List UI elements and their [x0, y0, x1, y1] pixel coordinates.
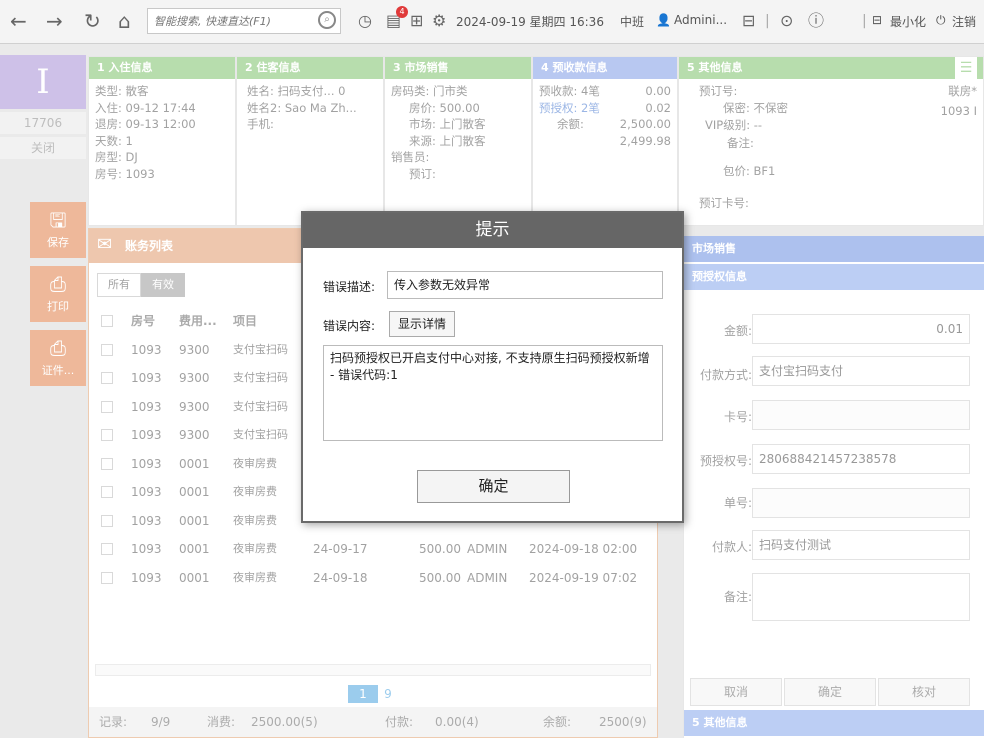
refresh-icon[interactable]: ↻ [84, 8, 101, 34]
minimize-icon[interactable]: ⊟ [872, 13, 882, 27]
dialog-title: 提示 [303, 213, 682, 248]
search-input[interactable] [148, 9, 308, 33]
datetime-text: 2024-09-19 星期四 16:36 [456, 15, 604, 29]
grid-icon[interactable]: ⊟ [742, 8, 755, 34]
search-icon[interactable]: ⌕ [318, 11, 336, 29]
home-icon[interactable]: ⌂ [118, 8, 131, 34]
user-name[interactable]: Admini... [674, 13, 727, 27]
settings-icon[interactable]: ⚙ [432, 8, 446, 34]
ok-button[interactable]: 确定 [417, 470, 570, 503]
back-arrow-icon[interactable]: ← [10, 8, 27, 34]
clock-icon[interactable]: ◷ [358, 8, 372, 34]
schedule-icon[interactable]: ⊞ [410, 8, 423, 34]
divider: | [765, 13, 770, 29]
show-details-button[interactable]: 显示详情 [389, 311, 456, 337]
top-toolbar: ← → ↻ ⌂ ⌕ ◷ ▤ 4 ⊞ ⚙ 2024-09-19 星期四 16:36… [0, 0, 984, 44]
help-icon[interactable]: ⊙ [780, 8, 793, 34]
logout-button[interactable]: 注销 [952, 13, 976, 30]
error-message-box[interactable]: 扫码预授权已开启支付中心对接, 不支持原生扫码预授权新增 - 错误代码:1 [323, 345, 663, 441]
notification-badge: 4 [396, 6, 408, 18]
info-icon[interactable]: ⓘ [808, 8, 824, 34]
shift-text: 中班 [620, 15, 645, 29]
divider-2: | [862, 13, 867, 29]
error-desc-field[interactable]: 传入参数无效异常 [387, 271, 663, 299]
error-dialog: 提示 错误描述: 传入参数无效异常 错误内容: 显示详情 扫码预授权已开启支付中… [301, 211, 684, 523]
forward-arrow-icon[interactable]: → [46, 8, 63, 34]
error-content-label: 错误内容: [323, 319, 376, 333]
error-desc-label: 错误描述: [323, 280, 376, 294]
user-icon: 👤 [656, 13, 671, 27]
minimize-button[interactable]: 最小化 [890, 13, 926, 30]
power-icon[interactable]: ⏻ [936, 13, 946, 28]
search-box[interactable]: ⌕ [147, 8, 341, 34]
